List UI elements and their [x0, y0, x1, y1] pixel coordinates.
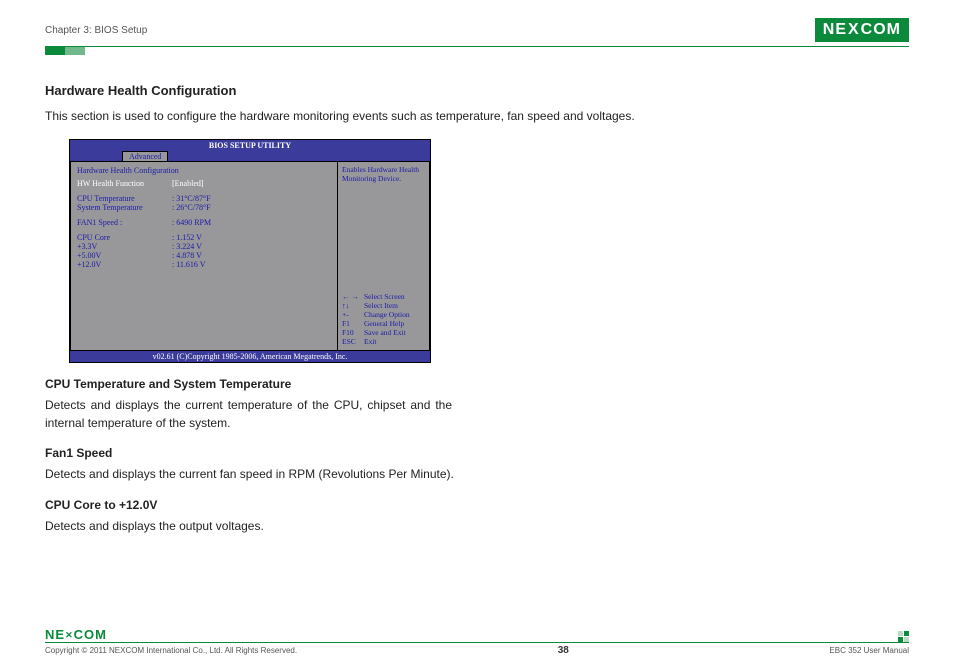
bios-row: CPU Core: 1.152 V	[77, 233, 331, 242]
bios-row: +5.00V: 4.878 V	[77, 251, 331, 260]
cpu-temp-body: Detects and displays the current tempera…	[45, 397, 452, 432]
footer-divider	[45, 642, 909, 643]
bios-row: FAN1 Speed :: 6490 RPM	[77, 218, 331, 227]
bios-title: BIOS SETUP UTILITY	[70, 140, 430, 151]
fan1-title: Fan1 Speed	[45, 446, 909, 460]
bios-screenshot: BIOS SETUP UTILITY Advanced Hardware Hea…	[69, 139, 431, 363]
bios-row: +12.0V: 11.616 V	[77, 260, 331, 269]
copyright-text: Copyright © 2011 NEXCOM International Co…	[45, 646, 297, 655]
header-accent	[45, 47, 909, 55]
footer-brand-logo: NE✕COM	[45, 627, 909, 642]
manual-name: EBC 352 User Manual	[829, 646, 909, 655]
bios-heading: Hardware Health Configuration	[77, 166, 331, 175]
cpu-temp-title: CPU Temperature and System Temperature	[45, 377, 909, 391]
bios-key-legend: ← →Select Screen ↑↓Select Item +-Change …	[342, 292, 425, 346]
bios-row: CPU Temperature: 31°C/87°F	[77, 194, 331, 203]
bios-left-panel: Hardware Health Configuration HW Health …	[70, 161, 338, 351]
page-number: 38	[558, 645, 569, 656]
bios-row: System Temperature: 26°C/78°F	[77, 203, 331, 212]
footer-accent-icon	[898, 631, 909, 642]
bios-help-text: Enables Hardware Health Monitoring Devic…	[342, 166, 425, 183]
bios-right-panel: Enables Hardware Health Monitoring Devic…	[338, 161, 430, 351]
brand-logo: NEXCOM	[815, 18, 909, 42]
bios-tabs: Advanced	[70, 151, 430, 161]
page-header: Chapter 3: BIOS Setup NEXCOM	[45, 18, 909, 42]
bios-selected-row: HW Health Function [Enabled]	[77, 179, 331, 188]
hw-health-body: This section is used to configure the ha…	[45, 108, 909, 125]
volt-title: CPU Core to +12.0V	[45, 498, 909, 512]
chapter-label: Chapter 3: BIOS Setup	[45, 25, 147, 36]
main-content: Hardware Health Configuration This secti…	[45, 55, 909, 535]
page-footer: NE✕COM Copyright © 2011 NEXCOM Internati…	[45, 627, 909, 656]
bios-footer: v02.61 (C)Copyright 1985-2006, American …	[70, 351, 430, 362]
hw-health-title: Hardware Health Configuration	[45, 83, 909, 98]
volt-body: Detects and displays the output voltages…	[45, 518, 909, 535]
bios-tab-advanced: Advanced	[122, 151, 168, 161]
fan1-body: Detects and displays the current fan spe…	[45, 466, 909, 483]
bios-row: +3.3V: 3.224 V	[77, 242, 331, 251]
